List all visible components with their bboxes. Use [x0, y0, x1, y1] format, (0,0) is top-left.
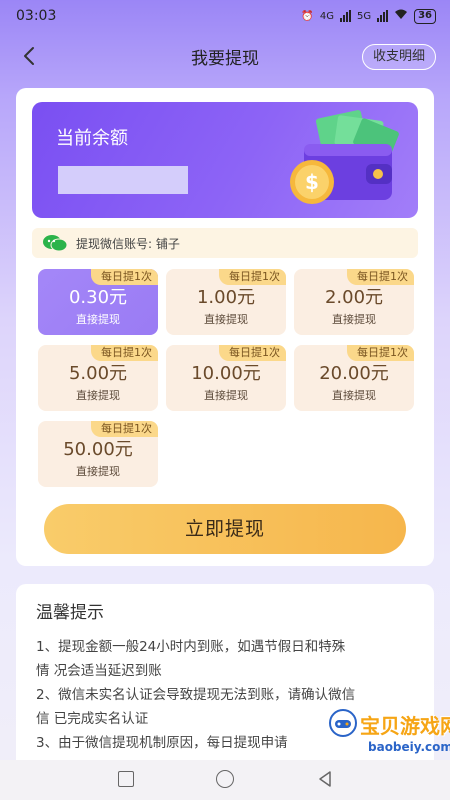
back-triangle-icon[interactable]: [316, 770, 334, 788]
tip-line: 1、提现金额一般24小时内到账，如遇节假日和特殊: [36, 639, 346, 655]
system-nav-bar: [0, 760, 450, 800]
amount-value: 5.00元: [68, 363, 128, 384]
status-bar: 03:03 ⏰ 4G 5G 36: [0, 0, 450, 32]
amount-subtitle: 直接提现: [76, 465, 120, 478]
network-label-5g: 5G: [356, 10, 372, 22]
signal-icon-2: [377, 10, 389, 22]
amount-value: 0.30元: [68, 287, 128, 308]
amount-value: 20.00元: [319, 363, 389, 384]
svg-text:$: $: [305, 170, 319, 194]
transaction-details-button[interactable]: 收支明细: [361, 44, 436, 70]
amount-option-50-00[interactable]: 每日提1次 50.00元 直接提现: [38, 421, 158, 487]
withdraw-now-button[interactable]: 立即提现: [44, 504, 406, 554]
amount-grid: 每日提1次 0.30元 直接提现 每日提1次 1.00元 直接提现 每日提1次 …: [38, 269, 418, 489]
amount-subtitle: 直接提现: [332, 389, 376, 402]
amount-option-5-00[interactable]: 每日提1次 5.00元 直接提现: [38, 345, 158, 411]
amount-value: 2.00元: [324, 287, 384, 308]
amount-subtitle: 直接提现: [76, 313, 120, 326]
tips-title: 温馨提示: [36, 603, 104, 623]
balance-label: 当前余额: [56, 128, 128, 149]
amount-option-10-00[interactable]: 每日提1次 10.00元 直接提现: [166, 345, 286, 411]
watermark-text: 宝贝游戏网: [360, 714, 450, 738]
tip-line: 情 况会适当延迟到账: [36, 663, 162, 679]
balance-value-redacted: [58, 166, 188, 194]
network-label-4g: 4G: [319, 10, 334, 22]
home-icon[interactable]: [216, 770, 234, 788]
amount-subtitle: 直接提现: [332, 313, 376, 326]
wifi-icon: [394, 9, 408, 23]
amount-option-1-00[interactable]: 每日提1次 1.00元 直接提现: [166, 269, 286, 335]
status-time: 03:03: [16, 8, 57, 24]
wallet-money-icon: $: [290, 110, 399, 204]
battery-icon: 36: [414, 8, 436, 24]
alarm-icon: ⏰: [301, 10, 314, 22]
wechat-icon: [43, 235, 68, 252]
balance-card: 当前余额 $: [32, 102, 418, 218]
recent-apps-icon[interactable]: [118, 771, 134, 787]
amount-option-20-00[interactable]: 每日提1次 20.00元 直接提现: [294, 345, 414, 411]
signal-icon: [339, 10, 351, 22]
amount-value: 50.00元: [63, 439, 133, 460]
gamepad-logo-icon: [329, 709, 357, 737]
amount-subtitle: 直接提现: [204, 389, 248, 402]
page-title: 我要提现: [191, 48, 259, 69]
wechat-account-strip: 提现微信账号: 铺子: [32, 228, 418, 258]
amount-subtitle: 直接提现: [204, 313, 248, 326]
back-arrow-icon[interactable]: [18, 44, 42, 68]
amount-value: 10.00元: [191, 363, 261, 384]
watermark-url: baobeiy.com: [368, 740, 450, 754]
status-icons: ⏰ 4G 5G 36: [301, 8, 436, 24]
wechat-account-text: 提现微信账号: 铺子: [76, 236, 180, 251]
amount-option-0-30[interactable]: 每日提1次 0.30元 直接提现: [38, 269, 158, 335]
amount-value: 1.00元: [196, 287, 256, 308]
withdraw-card: 当前余额 $ 提现微信账号: 铺子 每日提1次 0.30元 直接提现 每日提1次…: [16, 88, 434, 566]
amount-subtitle: 直接提现: [76, 389, 120, 402]
nav-bar: 我要提现 收支明细: [0, 36, 450, 76]
amount-option-2-00[interactable]: 每日提1次 2.00元 直接提现: [294, 269, 414, 335]
